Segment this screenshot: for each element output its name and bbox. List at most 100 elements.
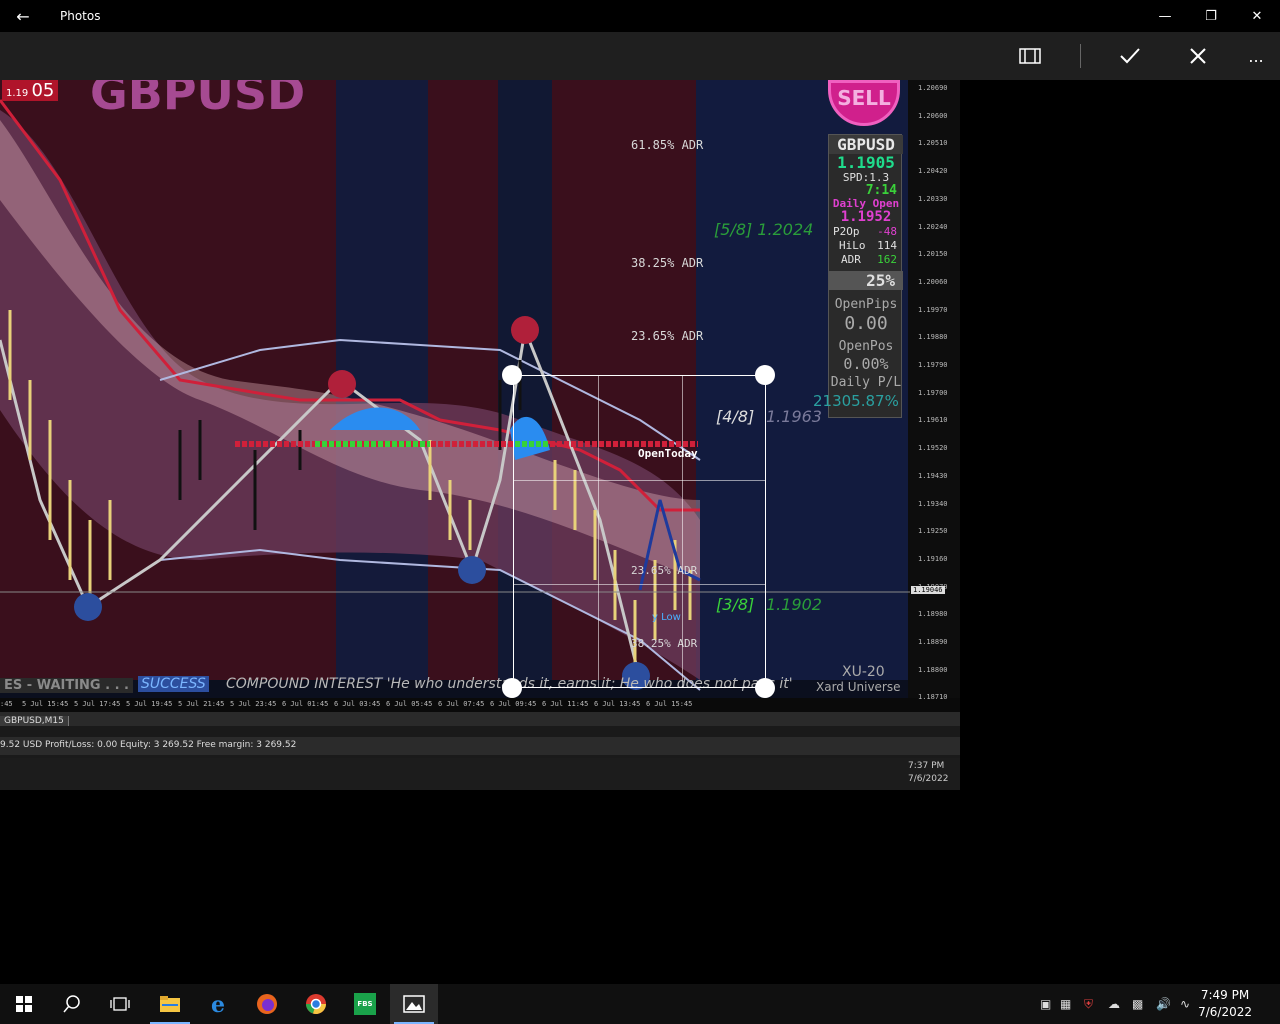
y-axis-tick: 1.18800 — [918, 665, 948, 674]
close-window-icon[interactable]: ✕ — [1234, 0, 1280, 32]
tray-app-icon[interactable]: ▣ — [1040, 997, 1060, 1011]
x-axis-tick: 6 Jul 11:45 — [542, 700, 589, 708]
x-axis-tick: 6 Jul 01:45 — [282, 700, 329, 708]
status-line: 9.52 USD Profit/Loss: 0.00 Equity: 3 269… — [0, 740, 297, 750]
photos-app-icon[interactable] — [390, 984, 438, 1024]
murrey-3-8-value: 1.1902 — [766, 595, 822, 614]
crop-grid-line — [598, 376, 599, 687]
y-axis-tick: 1.20150 — [918, 250, 948, 259]
x-axis-tick: 5 Jul 21:45 — [178, 700, 225, 708]
y-axis-tick: 1.19880 — [918, 333, 948, 342]
x-axis-tick: 6 Jul 07:45 — [438, 700, 485, 708]
x-axis-tick: 6 Jul 15:45 — [646, 700, 693, 708]
taskbar-clock[interactable]: 7:49 PM 7/6/2022 — [1198, 987, 1252, 1021]
taskbar: e FBS ▣ ▦ ⛨ ☁ ▩ 🔊 ∿ 7:49 PM 7/6/2022 — [0, 984, 1280, 1024]
edge-browser-icon[interactable]: e — [195, 984, 243, 1024]
tray-network-icon[interactable]: ▦ — [1060, 997, 1084, 1011]
y-axis-tick: 1.18710 — [918, 693, 948, 702]
photo-clock-date: 7/6/2022 — [908, 774, 949, 784]
clock-time: 7:49 PM — [1200, 988, 1250, 1002]
y-axis-tick: 1.19340 — [918, 499, 948, 508]
photo-clock-time: 7:37 PM — [908, 761, 945, 771]
trade-info-panel: GBPUSD 1.1905 SPD:1.3 7:14 Daily Open 1.… — [828, 134, 903, 418]
crop-handle-top-left[interactable] — [502, 365, 522, 385]
app-title: Photos — [60, 9, 101, 23]
x-axis-tick: 5 Jul 19:45 — [126, 700, 173, 708]
file-explorer-icon[interactable] — [146, 984, 194, 1024]
panel-time: 7:14 — [865, 183, 897, 198]
y-axis-tick: 1.20420 — [918, 167, 948, 176]
y-axis-tick: 1.18890 — [918, 638, 948, 646]
panel-openpips-label: OpenPips — [834, 297, 898, 312]
edit-toolbar: ... — [0, 32, 1280, 80]
y-axis-tick: 1.20600 — [918, 111, 948, 120]
volume-icon[interactable]: 🔊 — [1156, 997, 1180, 1011]
x-axis-tick: 6 Jul 13:45 — [594, 700, 641, 708]
crop-handle-bottom-left[interactable] — [502, 678, 522, 698]
brand-sub: Xard Universe — [816, 680, 901, 694]
y-axis-tick: 1.20240 — [918, 222, 948, 231]
start-windows-icon[interactable] — [0, 984, 48, 1024]
crop-frame[interactable] — [513, 375, 766, 688]
crop-grid-line — [682, 376, 683, 687]
crop-grid-line — [514, 480, 765, 481]
back-arrow-icon[interactable]: ← — [0, 0, 46, 32]
svg-text:e: e — [211, 993, 225, 1015]
more-options-button[interactable]: ... — [1232, 32, 1280, 80]
panel-p2op: -48 — [877, 225, 897, 238]
symbol-title: GBPUSD — [90, 80, 306, 120]
done-check-icon[interactable] — [1106, 32, 1154, 80]
y-axis-tick: 1.20060 — [918, 277, 948, 286]
x-axis-tick: 6 Jul 09:45 — [490, 700, 537, 708]
ticker-waiting: ES - WAITING . . . — [0, 678, 133, 693]
tray-shield-icon[interactable]: ⛨ — [1084, 997, 1108, 1012]
y-axis-tick: 1.19430 — [918, 471, 948, 480]
brand-label: XU-20 — [842, 664, 885, 680]
photo-taskbar — [0, 758, 960, 790]
y-axis-tick: 1.19970 — [918, 305, 948, 314]
price-badge: 1.19 05 — [2, 80, 59, 101]
crop-grid-line — [514, 584, 765, 585]
crop-handle-top-right[interactable] — [755, 365, 775, 385]
panel-openpips: 0.00 — [844, 313, 888, 334]
current-price-tag: 1.19046 — [911, 586, 945, 594]
title-bar: ← Photos — ❐ ✕ — [0, 0, 1280, 32]
firefox-icon[interactable] — [243, 984, 291, 1024]
panel-symbol: GBPUSD — [829, 135, 903, 154]
crop-handle-bottom-right[interactable] — [755, 678, 775, 698]
y-axis-tick: 1.20690 — [918, 84, 948, 92]
y-axis-tick: 1.20330 — [918, 194, 948, 203]
fbs-app-icon[interactable]: FBS — [341, 984, 389, 1024]
task-view-icon[interactable] — [96, 984, 144, 1024]
x-axis-tick: 5 Jul 17:45 — [74, 700, 121, 708]
search-icon[interactable] — [48, 984, 96, 1024]
x-axis-tick: 6 Jul 03:45 — [334, 700, 381, 708]
x-axis-tick: 6 Jul 05:45 — [386, 700, 433, 708]
cancel-close-icon[interactable] — [1174, 32, 1222, 80]
y-axis-tick: 1.19520 — [918, 444, 948, 453]
photo-image: 1.19 05 GBPUSD 61.85% ADR 38.25% ADR 23.… — [0, 80, 960, 790]
y-axis-tick: 1.19790 — [918, 361, 948, 369]
panel-daily-open: 1.1952 — [840, 209, 892, 225]
tray-device-icon[interactable]: ▩ — [1132, 997, 1156, 1011]
y-axis-tick: 1.20510 — [918, 139, 948, 148]
panel-price: 1.1905 — [837, 153, 895, 172]
y-axis-tick: 1.19700 — [918, 388, 948, 397]
aspect-ratio-icon[interactable] — [1006, 32, 1054, 80]
y-axis-tick: 1.18980 — [918, 610, 948, 619]
toolbar-separator — [1080, 44, 1081, 68]
tray-cloud-icon[interactable]: ☁ — [1108, 997, 1132, 1011]
panel-openpos-label: OpenPos — [838, 339, 894, 354]
adr-level-6185: 61.85% ADR — [631, 138, 704, 152]
chrome-icon[interactable] — [292, 984, 340, 1024]
panel-hilo: 114 — [877, 239, 897, 252]
restore-icon[interactable]: ❐ — [1188, 0, 1234, 32]
minimize-icon[interactable]: — — [1142, 0, 1188, 32]
panel-dailypl: 21305.87% — [813, 392, 899, 410]
x-axis-tick: 5 Jul 15:45 — [22, 700, 69, 708]
chart-tab[interactable]: GBPUSD,M15 — [0, 716, 69, 726]
panel-adr: 162 — [877, 253, 897, 266]
adr-level-2365: 23.65% ADR — [631, 329, 704, 343]
y-axis-tick: 1.19610 — [918, 416, 948, 425]
panel-openpos: 0.00% — [843, 355, 889, 373]
